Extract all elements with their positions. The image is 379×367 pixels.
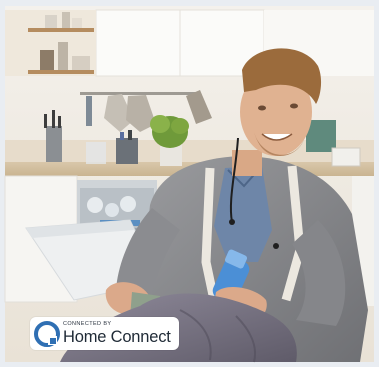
badge-connected-by-text: CONNECTED BY (63, 321, 112, 327)
badge-brand-text: Home Connect (63, 327, 171, 346)
home-connect-logo-icon (34, 320, 60, 347)
badge-text-group: CONNECTED BY Home Connect (63, 321, 171, 346)
image-frame: CONNECTED BY Home Connect (0, 0, 379, 367)
home-connect-badge: CONNECTED BY Home Connect (30, 317, 179, 350)
kitchen-photo (0, 0, 379, 367)
